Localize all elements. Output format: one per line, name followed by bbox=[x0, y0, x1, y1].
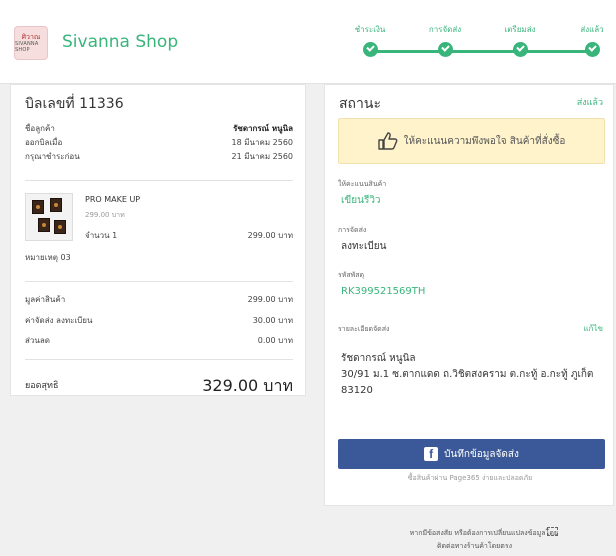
shop-logo[interactable]: ศิวาณ SIVANNA SHOP bbox=[14, 26, 48, 60]
issued-value: 18 มีนาคม 2560 bbox=[231, 138, 293, 147]
write-review-link[interactable]: เขียนรีวิว bbox=[341, 193, 381, 208]
issued-label: ออกบิลเมื่อ bbox=[25, 138, 63, 147]
subtotal-value: 299.00 บาท bbox=[247, 295, 293, 304]
progress-line bbox=[370, 50, 594, 53]
shipping-fee-row: ค่าจัดส่ง ลงทะเบียน 30.00 บาท bbox=[25, 315, 293, 327]
header: ศิวาณ SIVANNA SHOP Sivanna Shop ชำระเงิน… bbox=[0, 0, 616, 84]
product-box-image bbox=[32, 200, 44, 214]
fb-button-label: บันทึกข้อมูลจัดส่ง bbox=[444, 448, 519, 460]
product-line-total: 299.00 บาท bbox=[247, 231, 293, 240]
order-note: หมายเหตุ 03 bbox=[25, 253, 71, 262]
due-row: กรุณาชำระก่อน 21 มีนาคม 2560 bbox=[25, 151, 293, 163]
thumbs-up-icon bbox=[377, 132, 397, 150]
save-shipping-facebook-button[interactable]: f บันทึกข้อมูลจัดส่ง bbox=[338, 439, 605, 469]
review-label: ให้คะแนนสินค้า bbox=[338, 180, 387, 188]
grand-total-row: ยอดสุทธิ 329.00 บาท bbox=[25, 374, 293, 395]
shop-name[interactable]: Sivanna Shop bbox=[62, 32, 178, 52]
rating-prompt-text: ให้คะแนนความพึงพอใจ สินค้าที่สั่งซื้อ bbox=[403, 135, 566, 147]
divider bbox=[25, 180, 293, 181]
bill-title: บิลเลขที่ 11336 bbox=[25, 96, 124, 112]
note-row: หมายเหตุ 03 bbox=[25, 252, 293, 264]
step-preparing: เตรียมส่ง bbox=[490, 24, 550, 57]
status-value: ส่งแล้ว bbox=[576, 98, 603, 108]
address-name: รัชดากรณ์ หนูนิล bbox=[341, 353, 416, 364]
divider bbox=[25, 281, 293, 282]
step-shipped: ส่งแล้ว bbox=[562, 24, 616, 57]
status-title: สถานะ bbox=[339, 96, 381, 112]
divider bbox=[25, 359, 293, 360]
edit-address-link[interactable]: แก้ไข bbox=[584, 322, 604, 335]
address-line2: 83120 bbox=[341, 385, 373, 396]
logo-text-bottom: SIVANNA SHOP bbox=[15, 41, 39, 53]
footer-contact-text: ติดต่อทางร้านค้าโดยตรง bbox=[436, 542, 512, 550]
customer-label: ชื่อลูกค้า bbox=[25, 124, 55, 133]
check-icon bbox=[362, 42, 378, 57]
step-label: ชำระเงิน bbox=[354, 25, 386, 34]
chat-icon[interactable] bbox=[547, 527, 558, 536]
product-box-image bbox=[54, 220, 66, 234]
customer-value: รัชดากรณ์ หนูนิล bbox=[233, 124, 293, 133]
address-label: รายละเอียดจัดส่ง bbox=[338, 325, 390, 333]
subtotal-label: มูลค่าสินค้า bbox=[25, 295, 66, 304]
address-line1: 30/91 ม.1 ซ.ตากแดด ถ.วิชิตสงคราม ต.กะทู้… bbox=[341, 369, 594, 380]
step-label: เตรียมส่ง bbox=[504, 25, 536, 34]
shipping-fee-value: 30.00 บาท bbox=[252, 316, 293, 325]
product-thumbnail[interactable] bbox=[25, 193, 73, 241]
product-box-image bbox=[50, 198, 62, 212]
discount-row: ส่วนลด 0.00 บาท bbox=[25, 335, 293, 347]
product-box-image bbox=[38, 218, 50, 232]
order-progress: ชำระเงิน การจัดส่ง เตรียมส่ง ส่งแล้ว bbox=[355, 24, 604, 64]
step-shipping: การจัดส่ง bbox=[415, 24, 475, 57]
due-label: กรุณาชำระก่อน bbox=[25, 152, 80, 161]
grand-total-label: ยอดสุทธิ bbox=[25, 381, 59, 391]
bill-card: บิลเลขที่ 11336 ชื่อลูกค้า รัชดากรณ์ หนู… bbox=[10, 84, 306, 396]
grand-total-value: 329.00 บาท bbox=[202, 376, 293, 395]
shipping-method-label: การจัดส่ง bbox=[338, 226, 367, 234]
customer-row: ชื่อลูกค้า รัชดากรณ์ หนูนิล bbox=[25, 123, 293, 135]
shipping-method-value: ลงทะเบียน bbox=[341, 241, 387, 252]
footer-help-text: หากมีข้อสงสัย หรือต้องการเปลี่ยนแปลงข้อม… bbox=[409, 529, 558, 537]
issued-row: ออกบิลเมื่อ 18 มีนาคม 2560 bbox=[25, 137, 293, 149]
product-qty: จำนวน 1 bbox=[85, 231, 118, 240]
discount-label: ส่วนลด bbox=[25, 336, 50, 345]
step-label: ส่งแล้ว bbox=[580, 25, 604, 34]
check-icon bbox=[584, 42, 600, 57]
due-value: 21 มีนาคม 2560 bbox=[231, 152, 293, 161]
tracking-label: รหัสพัสดุ bbox=[338, 271, 365, 279]
powered-by: ซื้อสินค้าผ่าน Page365 ง่ายและปลอดภัย bbox=[407, 474, 533, 482]
logo-text-top: ศิวาณ bbox=[21, 33, 41, 41]
subtotal-row: มูลค่าสินค้า 299.00 บาท bbox=[25, 294, 293, 306]
step-label: การจัดส่ง bbox=[428, 25, 462, 34]
status-card: สถานะ ส่งแล้ว ให้คะแนนความพึงพอใจ สินค้า… bbox=[324, 84, 614, 506]
facebook-icon: f bbox=[424, 447, 439, 461]
tracking-number-link[interactable]: RK399521569TH bbox=[341, 286, 425, 297]
discount-value: 0.00 บาท bbox=[257, 336, 293, 345]
product-name[interactable]: PRO MAKE UP bbox=[85, 195, 140, 204]
check-icon bbox=[512, 42, 528, 57]
product-unit-price: 299.00 บาท bbox=[85, 211, 125, 219]
step-payment: ชำระเงิน bbox=[340, 24, 400, 57]
check-icon bbox=[437, 42, 453, 57]
product-qty-row: จำนวน 1 299.00 บาท bbox=[85, 230, 293, 242]
shipping-address: รัชดากรณ์ หนูนิล 30/91 ม.1 ซ.ตากแดด ถ.วิ… bbox=[341, 351, 603, 399]
shipping-fee-label: ค่าจัดส่ง ลงทะเบียน bbox=[25, 316, 93, 325]
rating-prompt-box[interactable]: ให้คะแนนความพึงพอใจ สินค้าที่สั่งซื้อ bbox=[338, 118, 605, 164]
